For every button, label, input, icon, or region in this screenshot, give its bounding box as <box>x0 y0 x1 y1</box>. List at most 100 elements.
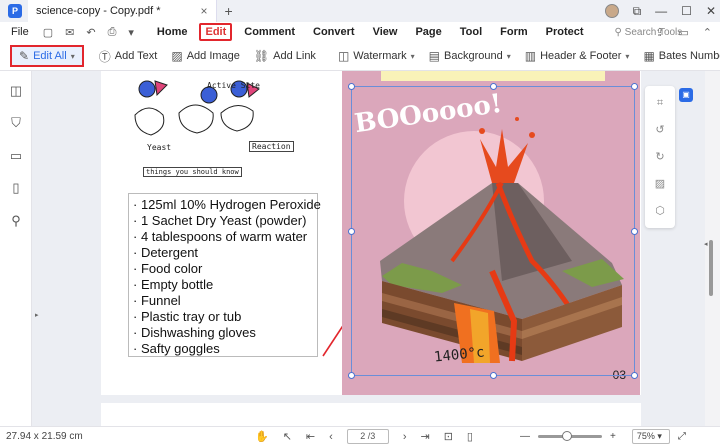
chevron-down-icon: ▾ <box>506 51 511 61</box>
app-logo-icon: P <box>8 4 22 18</box>
vertical-scrollbar[interactable] <box>709 240 713 296</box>
document-viewport[interactable]: ▸ Active Site Yeast Reaction things you … <box>32 71 705 426</box>
list-item: · Funnel <box>133 293 181 308</box>
add-text-button[interactable]: Ⓣ Add Text <box>92 45 165 67</box>
zoom-in-icon[interactable]: + <box>610 431 616 442</box>
bookmark-icon[interactable]: ⛉ <box>9 116 23 130</box>
left-sidebar: ◫ ⛉ ▭ ▯ ⚲ <box>0 71 32 426</box>
yellow-strip <box>381 71 605 81</box>
image-selection-frame[interactable] <box>348 83 638 379</box>
close-window-icon[interactable]: ✕ <box>706 4 716 18</box>
minimize-icon[interactable]: — <box>655 4 667 18</box>
select-tool-icon[interactable]: ↖ <box>283 430 292 443</box>
background-button[interactable]: ▤ Background ▾ <box>422 45 518 67</box>
menu-edit[interactable]: Edit <box>199 23 233 41</box>
mail-icon[interactable]: ✉ <box>65 26 74 39</box>
tab-close-icon[interactable]: × <box>201 4 208 18</box>
resize-handle[interactable] <box>631 83 638 90</box>
resize-handle[interactable] <box>348 228 355 235</box>
share-icon[interactable]: ⇪ <box>655 26 664 39</box>
chevron-down-icon: ▾ <box>625 51 630 61</box>
materials-list[interactable]: · 125ml 10% Hydrogen Peroxide · 1 Sachet… <box>128 193 321 357</box>
dropdown-icon[interactable]: ▾ <box>128 26 134 39</box>
properties-panel-icon[interactable]: ▣ <box>679 88 693 102</box>
last-page-icon[interactable]: ⇥ <box>420 430 429 443</box>
list-item: · 4 tablespoons of warm water <box>133 229 308 244</box>
restore-icon[interactable]: ⧉ <box>633 4 642 19</box>
menu-comment[interactable]: Comment <box>235 26 304 38</box>
menu-page[interactable]: Page <box>406 26 450 38</box>
maximize-icon[interactable]: ☐ <box>681 4 692 18</box>
zoom-level-value: 75% <box>636 431 655 441</box>
user-avatar[interactable] <box>604 4 619 18</box>
comment-icon[interactable]: ▭ <box>9 149 23 163</box>
search-icon[interactable]: ⚲ <box>9 214 23 228</box>
rotate-left-icon[interactable]: ↺ <box>653 123 667 137</box>
single-page-icon[interactable]: ▯ <box>467 430 473 443</box>
menu-bar: File ▢ ✉ ↶ ⎙ ▾ Home Edit Comment Convert… <box>0 22 720 42</box>
list-item: · Dishwashing gloves <box>133 325 256 340</box>
document-tab[interactable]: science-copy - Copy.pdf * × <box>28 0 217 22</box>
header-footer-button[interactable]: ▥ Header & Footer ▾ <box>518 45 637 67</box>
next-page-icon[interactable]: › <box>403 431 407 443</box>
expand-panel-icon[interactable]: ⤢ <box>678 431 686 442</box>
add-image-button[interactable]: ▨ Add Image <box>164 45 247 67</box>
zoom-level-select[interactable]: 75% ▾ <box>631 429 670 444</box>
thumbnails-icon[interactable]: ◫ <box>9 84 23 98</box>
header-footer-icon: ▥ <box>524 49 537 63</box>
collapse-left-icon[interactable]: ▸ <box>35 311 39 319</box>
menu-convert[interactable]: Convert <box>304 26 364 38</box>
zoom-out-icon[interactable]: — <box>520 431 530 442</box>
fit-page-icon[interactable]: ⊡ <box>444 430 453 443</box>
watermark-button[interactable]: ◫ Watermark ▾ <box>331 45 422 67</box>
menu-tool[interactable]: Tool <box>451 26 491 38</box>
print-icon[interactable]: ⎙ <box>108 26 117 39</box>
previous-page-icon[interactable]: ‹ <box>329 431 333 443</box>
add-link-button[interactable]: ⛓ Add Link <box>247 45 323 67</box>
resize-handle[interactable] <box>490 83 497 90</box>
zoom-slider[interactable] <box>538 431 602 441</box>
page-number-input[interactable]: 2 /3 <box>346 429 389 444</box>
add-link-label: Add Link <box>273 50 316 62</box>
resize-handle[interactable] <box>631 372 638 379</box>
collapse-right-icon[interactable]: ◂ <box>704 240 708 248</box>
menu-file[interactable]: File <box>11 26 29 38</box>
list-item: · Plastic tray or tub <box>133 309 242 324</box>
replace-image-icon[interactable]: ▨ <box>653 177 667 191</box>
menu-home[interactable]: Home <box>148 26 197 38</box>
chat-icon[interactable]: ▭ <box>678 26 688 39</box>
zoom-controls: — + 75% ▾ ⤢ <box>520 429 686 444</box>
crop-icon[interactable]: ⌗ <box>653 96 667 110</box>
quick-access: ▢ ✉ ↶ ⎙ ▾ <box>43 26 134 39</box>
edit-all-button[interactable]: ✎ Edit All ▾ <box>10 45 84 67</box>
list-item: · Detergent <box>133 245 199 260</box>
undo-icon[interactable]: ↶ <box>86 26 95 39</box>
attachment-icon[interactable]: ▯ <box>9 181 23 195</box>
hand-tool-icon[interactable]: ✋ <box>255 430 269 443</box>
link-icon: ⛓ <box>253 49 270 63</box>
settings-icon[interactable]: ⬡ <box>653 204 667 218</box>
image-edit-toolbar: ⌗ ↺ ↻ ▨ ⬡ <box>645 86 675 228</box>
menu-right-icons: ⇪ ▭ ⌃ <box>655 26 712 39</box>
menu-view[interactable]: View <box>364 26 407 38</box>
menu-form[interactable]: Form <box>491 26 537 38</box>
expand-icon[interactable]: ⌃ <box>703 26 712 39</box>
bates-number-button[interactable]: ▦ Bates Number ▾ <box>636 45 720 67</box>
pdf-page-next <box>101 403 641 426</box>
zoom-slider-knob[interactable] <box>562 431 572 441</box>
rotate-right-icon[interactable]: ↻ <box>653 150 667 164</box>
resize-handle[interactable] <box>490 372 497 379</box>
reaction-label: Reaction <box>249 141 294 152</box>
list-item: · Safty goggles <box>133 341 220 356</box>
add-image-label: Add Image <box>186 50 240 62</box>
menu-protect[interactable]: Protect <box>537 26 593 38</box>
resize-handle[interactable] <box>348 372 355 379</box>
volcano-image[interactable]: BOOoooo! 1400°c 03 <box>342 71 640 395</box>
list-item: · 1 Sachet Dry Yeast (powder) <box>133 213 307 228</box>
save-icon[interactable]: ▢ <box>43 26 53 39</box>
resize-handle[interactable] <box>348 83 355 90</box>
resize-handle[interactable] <box>631 228 638 235</box>
first-page-icon[interactable]: ⇤ <box>306 430 315 443</box>
chevron-down-icon: ▾ <box>70 51 75 61</box>
new-tab-icon[interactable]: + <box>225 3 233 19</box>
